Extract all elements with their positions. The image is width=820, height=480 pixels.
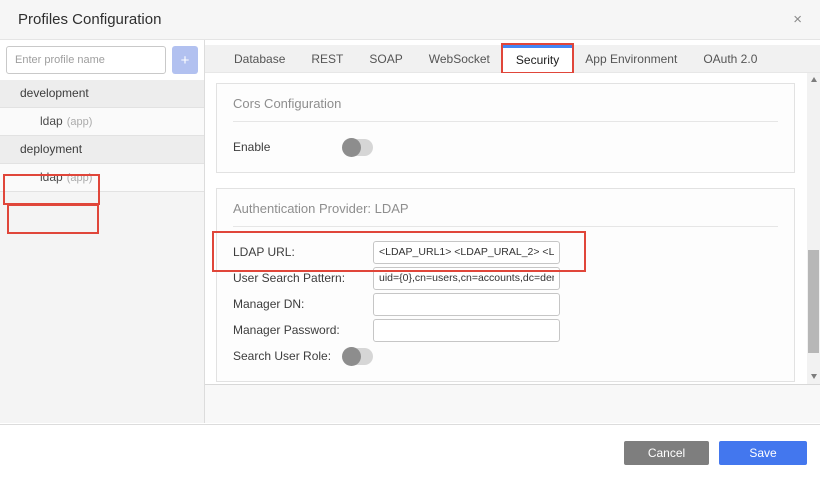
- ldap-url-label: LDAP URL:: [233, 245, 373, 259]
- arrow-down-icon: [811, 374, 817, 379]
- save-button[interactable]: Save: [719, 441, 807, 465]
- sidebar-item-suffix: (app): [67, 116, 93, 128]
- ldap-section-title: Authentication Provider: LDAP: [233, 201, 778, 227]
- security-tab-content: Cors Configuration Enable Authentication…: [205, 73, 820, 385]
- close-icon[interactable]: ×: [793, 12, 802, 27]
- add-profile-row: +: [0, 40, 204, 80]
- user-search-pattern-label: User Search Pattern:: [233, 271, 373, 285]
- manager-dn-input[interactable]: [373, 293, 560, 316]
- sidebar-item-development[interactable]: development: [0, 80, 204, 108]
- search-user-role-toggle[interactable]: [343, 348, 373, 365]
- tab-strip-wrap: Database REST SOAP WebSocket Security Ap…: [205, 40, 820, 73]
- sidebar-item-label: ldap: [40, 114, 63, 128]
- cors-configuration-card: Cors Configuration Enable: [216, 83, 795, 173]
- toggle-knob: [342, 347, 361, 366]
- profiles-sidebar: + development ldap (app) deployment ldap (…: [0, 40, 205, 423]
- cors-enable-toggle[interactable]: [343, 139, 373, 156]
- sidebar-item-ldap-development[interactable]: ldap (app): [0, 108, 204, 136]
- manager-password-row: Manager Password:: [233, 317, 778, 343]
- tab-rest[interactable]: REST: [298, 45, 356, 72]
- ldap-url-input[interactable]: [373, 241, 560, 264]
- user-search-pattern-input[interactable]: [373, 267, 560, 290]
- tab-app-environment[interactable]: App Environment: [572, 45, 690, 72]
- cors-section-title: Cors Configuration: [233, 96, 778, 122]
- annotation-box-ldap: [7, 204, 99, 234]
- tab-soap[interactable]: SOAP: [356, 45, 415, 72]
- ldap-url-row: LDAP URL:: [233, 239, 778, 265]
- cancel-button[interactable]: Cancel: [624, 441, 709, 465]
- sidebar-item-ldap-deployment[interactable]: ldap (app): [0, 164, 204, 192]
- scroll-down-button[interactable]: [807, 370, 820, 382]
- manager-dn-row: Manager DN:: [233, 291, 778, 317]
- vertical-scrollbar[interactable]: [807, 73, 820, 384]
- scroll-up-button[interactable]: [807, 73, 820, 85]
- content-bottom-strip: [205, 385, 820, 423]
- sidebar-item-label: development: [20, 86, 89, 100]
- sidebar-item-deployment[interactable]: deployment: [0, 136, 204, 164]
- sidebar-item-label: ldap: [40, 170, 63, 184]
- ldap-provider-card: Authentication Provider: LDAP LDAP URL: …: [216, 188, 795, 382]
- dialog-header: Profiles Configuration ×: [0, 0, 820, 40]
- profile-name-input[interactable]: [6, 46, 166, 74]
- cors-enable-row: Enable: [233, 134, 778, 160]
- add-profile-button[interactable]: +: [172, 46, 198, 74]
- tab-security[interactable]: Security: [503, 45, 572, 72]
- manager-dn-label: Manager DN:: [233, 297, 373, 311]
- toggle-knob: [342, 138, 361, 157]
- tab-websocket[interactable]: WebSocket: [416, 45, 503, 72]
- profiles-configuration-dialog: Profiles Configuration × + development l…: [0, 0, 820, 480]
- dialog-footer: Cancel Save: [0, 424, 820, 480]
- manager-password-label: Manager Password:: [233, 323, 373, 337]
- tab-database[interactable]: Database: [221, 45, 298, 72]
- tab-oauth[interactable]: OAuth 2.0: [690, 45, 770, 72]
- sidebar-item-suffix: (app): [67, 172, 93, 184]
- search-user-role-row: Search User Role:: [233, 343, 778, 369]
- manager-password-input[interactable]: [373, 319, 560, 342]
- user-search-pattern-row: User Search Pattern:: [233, 265, 778, 291]
- tab-bar: Database REST SOAP WebSocket Security Ap…: [205, 45, 820, 73]
- page-title: Profiles Configuration: [18, 11, 161, 28]
- sidebar-item-label: deployment: [20, 142, 82, 156]
- arrow-up-icon: [811, 77, 817, 82]
- scrollbar-thumb[interactable]: [808, 250, 819, 353]
